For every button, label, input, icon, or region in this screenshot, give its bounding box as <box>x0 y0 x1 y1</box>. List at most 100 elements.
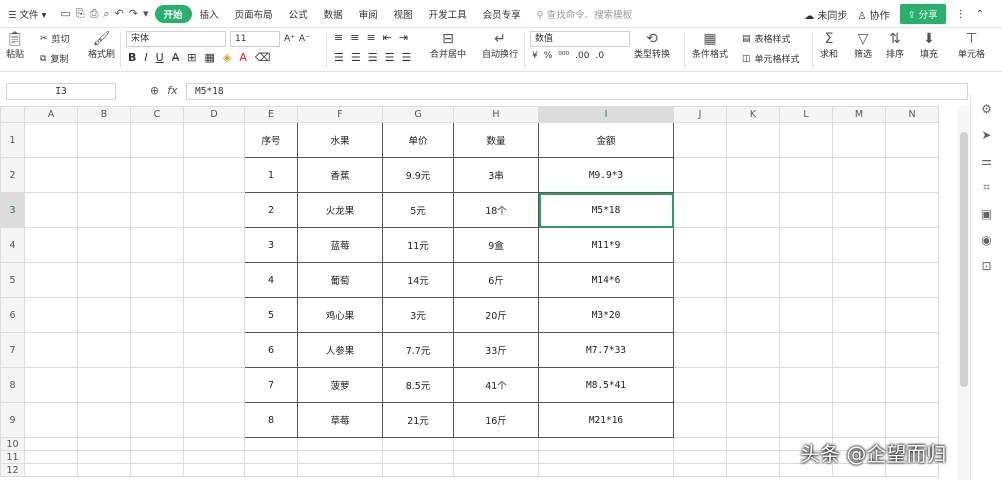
column-header[interactable]: E <box>244 106 298 123</box>
cell[interactable] <box>673 122 727 158</box>
decrease-font-icon[interactable]: A⁻ <box>299 34 310 44</box>
cell[interactable] <box>885 157 939 193</box>
cell[interactable] <box>673 402 727 438</box>
cell[interactable] <box>832 122 886 158</box>
table-cell[interactable]: 41个 <box>453 367 539 403</box>
cell[interactable] <box>726 367 780 403</box>
cell[interactable] <box>24 367 78 403</box>
row-header[interactable]: 4 <box>0 227 25 263</box>
cell[interactable] <box>453 463 539 477</box>
cell[interactable] <box>297 450 383 464</box>
preview-icon[interactable]: ⌕ <box>103 7 109 21</box>
cell[interactable] <box>130 437 184 451</box>
increase-font-icon[interactable]: A⁺ <box>284 34 295 44</box>
cell[interactable] <box>779 367 833 403</box>
align-center-icon[interactable]: ☰ <box>351 51 361 64</box>
merge-center-button[interactable]: ⊟ 合并居中 <box>430 31 466 60</box>
cell[interactable] <box>726 157 780 193</box>
cell[interactable] <box>77 157 131 193</box>
cell[interactable] <box>77 437 131 451</box>
cell[interactable] <box>673 227 727 263</box>
sync-status[interactable]: ☁ 未同步 <box>804 7 847 22</box>
cell[interactable] <box>726 332 780 368</box>
cell[interactable] <box>779 192 833 228</box>
cell[interactable] <box>183 437 245 451</box>
cell[interactable] <box>885 402 939 438</box>
cell[interactable] <box>885 122 939 158</box>
number-format-select[interactable]: 数值 <box>530 31 630 47</box>
table-cell[interactable]: 6 <box>244 332 298 368</box>
eraser-icon[interactable]: ⌫ <box>255 51 271 64</box>
cell[interactable] <box>130 227 184 263</box>
zoom-icon[interactable]: ⊕ <box>150 84 159 97</box>
row-header[interactable]: 5 <box>0 262 25 298</box>
cell[interactable] <box>130 450 184 464</box>
cell[interactable] <box>453 437 539 451</box>
cell[interactable] <box>183 262 245 298</box>
cell[interactable] <box>24 450 78 464</box>
cell[interactable] <box>779 157 833 193</box>
cell[interactable] <box>885 262 939 298</box>
vertical-scrollbar[interactable] <box>958 106 970 480</box>
selected-cell[interactable]: M5*18 <box>538 192 674 228</box>
cell[interactable] <box>183 227 245 263</box>
cell[interactable] <box>130 122 184 158</box>
align-bottom-icon[interactable]: ≡ <box>366 31 375 44</box>
table-cell[interactable]: 21元 <box>382 402 454 438</box>
column-header[interactable]: L <box>779 106 833 123</box>
fill-button[interactable]: ⬇ 填充 <box>920 31 938 60</box>
table-cell[interactable]: 3串 <box>453 157 539 193</box>
cell[interactable] <box>183 463 245 477</box>
cell[interactable] <box>726 463 780 477</box>
table-cell[interactable]: 草莓 <box>297 402 383 438</box>
cell[interactable] <box>130 157 184 193</box>
table-cell[interactable]: 香蕉 <box>297 157 383 193</box>
cell[interactable] <box>885 367 939 403</box>
cell[interactable] <box>779 227 833 263</box>
row-header-selected[interactable]: 3 <box>0 192 25 228</box>
tab-review[interactable]: 审阅 <box>351 7 386 21</box>
underline-icon[interactable]: U <box>156 51 164 64</box>
row-header[interactable]: 9 <box>0 402 25 438</box>
cell[interactable] <box>726 227 780 263</box>
table-cell[interactable]: 菠萝 <box>297 367 383 403</box>
row-header[interactable]: 6 <box>0 297 25 333</box>
cell[interactable] <box>77 367 131 403</box>
table-cell[interactable]: M9.9*3 <box>538 157 674 193</box>
table-cell[interactable]: 9盒 <box>453 227 539 263</box>
more-icon[interactable]: ⋮ <box>956 9 966 20</box>
cell[interactable] <box>673 367 727 403</box>
cell[interactable] <box>885 192 939 228</box>
column-header[interactable]: C <box>130 106 184 123</box>
cell[interactable] <box>832 157 886 193</box>
cell-button[interactable]: ⊤ 单元格 <box>958 31 985 60</box>
cell[interactable] <box>726 122 780 158</box>
column-header[interactable]: D <box>183 106 245 123</box>
row-header[interactable]: 8 <box>0 367 25 403</box>
align-top-icon[interactable]: ≡ <box>334 31 343 44</box>
cell[interactable] <box>297 437 383 451</box>
command-search[interactable]: ⚲ 查找命令、搜索模板 <box>537 7 633 21</box>
table-cell[interactable]: 7.7元 <box>382 332 454 368</box>
wrap-text-button[interactable]: ↵ 自动换行 <box>482 31 518 60</box>
tab-insert[interactable]: 插入 <box>192 7 227 21</box>
cell[interactable] <box>77 332 131 368</box>
cell[interactable] <box>382 437 454 451</box>
cell[interactable] <box>77 122 131 158</box>
font-color-icon[interactable]: A <box>239 51 247 64</box>
cell[interactable] <box>726 450 780 464</box>
table-cell[interactable]: 4 <box>244 262 298 298</box>
cell[interactable] <box>183 450 245 464</box>
table-cell[interactable]: M8.5*41 <box>538 367 674 403</box>
cell[interactable] <box>779 332 833 368</box>
header-cell[interactable]: 水果 <box>297 122 383 158</box>
cell[interactable] <box>183 332 245 368</box>
tab-formula[interactable]: 公式 <box>281 7 316 21</box>
sliders-icon[interactable]: ⚌ <box>981 154 992 168</box>
column-header[interactable]: H <box>453 106 539 123</box>
cell[interactable] <box>832 262 886 298</box>
cell[interactable] <box>77 192 131 228</box>
cell[interactable] <box>779 122 833 158</box>
cell[interactable] <box>130 463 184 477</box>
corner-cell[interactable] <box>0 106 25 123</box>
